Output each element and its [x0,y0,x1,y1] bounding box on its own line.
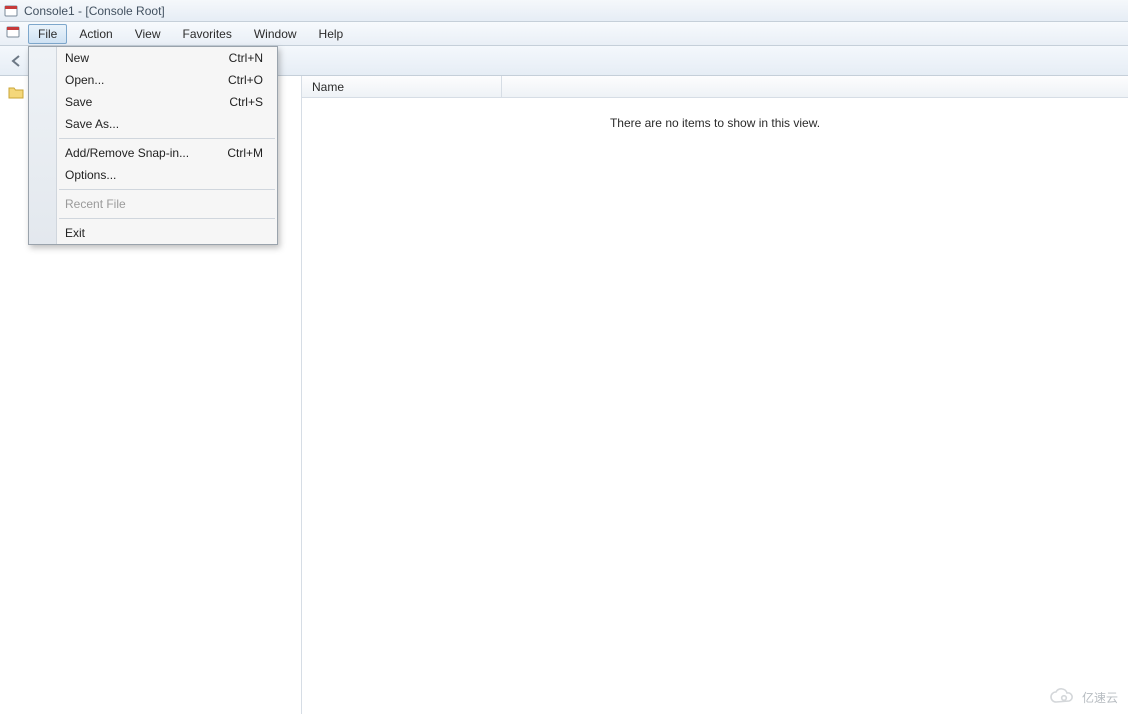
menu-separator-2 [59,189,275,190]
file-menu-save-as-label: Save As... [65,117,119,131]
file-menu-open-shortcut: Ctrl+O [228,73,263,87]
menu-view[interactable]: View [125,24,171,44]
file-menu-dropdown: New Ctrl+N Open... Ctrl+O Save Ctrl+S Sa… [28,46,278,245]
menubar-app-icon [6,25,20,42]
file-menu-exit[interactable]: Exit [29,222,277,244]
file-menu-snapin-label: Add/Remove Snap-in... [65,146,189,160]
file-menu-open-label: Open... [65,73,104,87]
watermark-text: 亿速云 [1082,689,1118,706]
menu-separator-1 [59,138,275,139]
menu-file[interactable]: File [28,24,67,44]
file-menu-recent-label: Recent File [65,197,126,211]
cloud-icon [1048,688,1076,706]
watermark: 亿速云 [1048,688,1118,706]
file-menu-new[interactable]: New Ctrl+N [29,47,277,69]
column-spacer [502,76,1128,97]
menu-window[interactable]: Window [244,24,307,44]
column-name[interactable]: Name [302,76,502,97]
file-menu-save-as[interactable]: Save As... [29,113,277,135]
file-menu-save-label: Save [65,95,92,109]
menu-separator-3 [59,218,275,219]
empty-message: There are no items to show in this view. [302,98,1128,130]
list-pane: Name There are no items to show in this … [302,76,1128,714]
file-menu-open[interactable]: Open... Ctrl+O [29,69,277,91]
menu-help[interactable]: Help [309,24,354,44]
file-menu-new-shortcut: Ctrl+N [229,51,263,65]
file-menu-exit-label: Exit [65,226,85,240]
app-icon [4,4,18,18]
file-menu-options-label: Options... [65,168,116,182]
folder-icon [8,84,24,100]
file-menu-snapin-shortcut: Ctrl+M [227,146,263,160]
titlebar: Console1 - [Console Root] [0,0,1128,22]
file-menu-recent: Recent File [29,193,277,215]
file-menu-options[interactable]: Options... [29,164,277,186]
back-button[interactable] [6,50,28,72]
file-menu-save[interactable]: Save Ctrl+S [29,91,277,113]
column-header: Name [302,76,1128,98]
menu-action[interactable]: Action [69,24,122,44]
menubar: File Action View Favorites Window Help [0,22,1128,46]
file-menu-new-label: New [65,51,89,65]
file-menu-save-shortcut: Ctrl+S [229,95,263,109]
menu-favorites[interactable]: Favorites [173,24,242,44]
file-menu-add-remove-snapin[interactable]: Add/Remove Snap-in... Ctrl+M [29,142,277,164]
window-title: Console1 - [Console Root] [24,4,165,18]
